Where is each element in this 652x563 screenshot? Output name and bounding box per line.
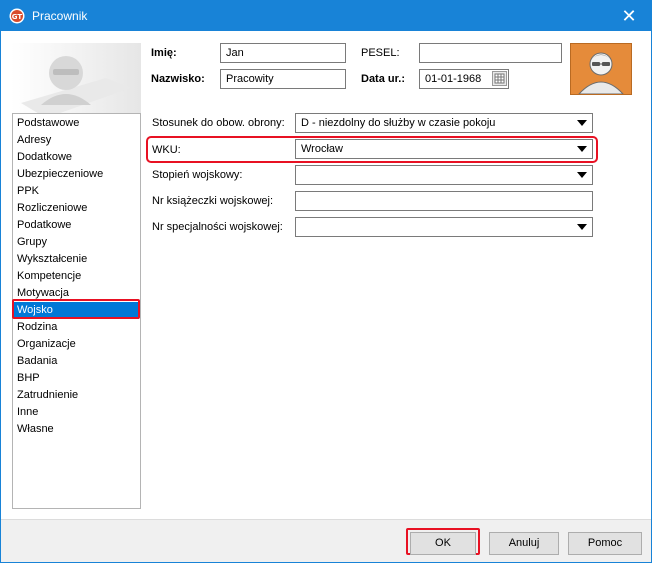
birth-date-label: Data ur.: <box>361 73 406 85</box>
first-name-label: Imię: <box>151 47 177 59</box>
wku-label: WKU: <box>152 144 181 156</box>
pesel-field[interactable] <box>419 43 562 63</box>
close-icon[interactable]: ✕ <box>607 1 651 31</box>
chevron-down-icon[interactable] <box>577 224 587 230</box>
ok-button[interactable]: OK <box>410 532 476 555</box>
ksiazeczka-field[interactable] <box>295 191 593 211</box>
app-logo-icon: GT <box>9 8 25 24</box>
last-name-label: Nazwisko: <box>151 73 205 85</box>
stosunek-dropdown[interactable]: D - niezdolny do służby w czasie pokoju <box>295 113 593 133</box>
person-photo-icon[interactable] <box>570 43 632 95</box>
stosunek-value: D - niezdolny do służby w czasie pokoju <box>301 117 496 129</box>
nav-item[interactable]: Podstawowe <box>14 115 139 132</box>
stopien-label: Stopień wojskowy: <box>152 169 243 181</box>
first-name-field[interactable]: Jan <box>220 43 346 63</box>
nav-item[interactable]: Inne <box>14 404 139 421</box>
pesel-label: PESEL: <box>361 47 400 59</box>
window-title: Pracownik <box>32 9 88 23</box>
nav-item[interactable]: PPK <box>14 183 139 200</box>
nav-item[interactable]: Rozliczeniowe <box>14 200 139 217</box>
wku-value: Wrocław <box>301 143 343 155</box>
last-name-field[interactable]: Pracowity <box>220 69 346 89</box>
nav-item[interactable]: Kompetencje <box>14 268 139 285</box>
specjalnosc-dropdown[interactable] <box>295 217 593 237</box>
nav-item[interactable]: Grupy <box>14 234 139 251</box>
ksiazeczka-label: Nr książeczki wojskowej: <box>152 195 274 207</box>
nav-item[interactable]: Rodzina <box>14 319 139 336</box>
wku-dropdown[interactable]: Wrocław <box>295 139 593 159</box>
nav-item[interactable]: Zatrudnienie <box>14 387 139 404</box>
nav-item[interactable]: Ubezpieczeniowe <box>14 166 139 183</box>
stosunek-label: Stosunek do obow. obrony: <box>152 117 285 129</box>
specjalnosc-label: Nr specjalności wojskowej: <box>152 221 283 233</box>
stopien-dropdown[interactable] <box>295 165 593 185</box>
help-button[interactable]: Pomoc <box>568 532 642 555</box>
chevron-down-icon[interactable] <box>577 146 587 152</box>
nav-item[interactable]: Organizacje <box>14 336 139 353</box>
employee-dialog: GT Pracownik ✕ Imię: Jan Nazwisko: Praco… <box>0 0 652 563</box>
nav-item[interactable]: Badania <box>14 353 139 370</box>
chevron-down-icon[interactable] <box>577 120 587 126</box>
cancel-button[interactable]: Anuluj <box>489 532 559 555</box>
selected-item-highlight <box>12 299 140 319</box>
nav-item[interactable]: Dodatkowe <box>14 149 139 166</box>
nav-item[interactable]: BHP <box>14 370 139 387</box>
title-bar[interactable]: GT Pracownik ✕ <box>1 1 651 31</box>
svg-text:GT: GT <box>12 13 23 21</box>
nav-item[interactable]: Wykształcenie <box>14 251 139 268</box>
chevron-down-icon[interactable] <box>577 172 587 178</box>
nav-item[interactable]: Własne <box>14 421 139 438</box>
nav-item[interactable]: Podatkowe <box>14 217 139 234</box>
nav-item[interactable]: Adresy <box>14 132 139 149</box>
person-watermark-icon <box>11 43 141 118</box>
dialog-client-area: Imię: Jan Nazwisko: Pracowity PESEL: Dat… <box>1 31 651 562</box>
calendar-icon[interactable] <box>492 71 507 86</box>
button-bar: OK Anuluj Pomoc <box>1 519 651 562</box>
